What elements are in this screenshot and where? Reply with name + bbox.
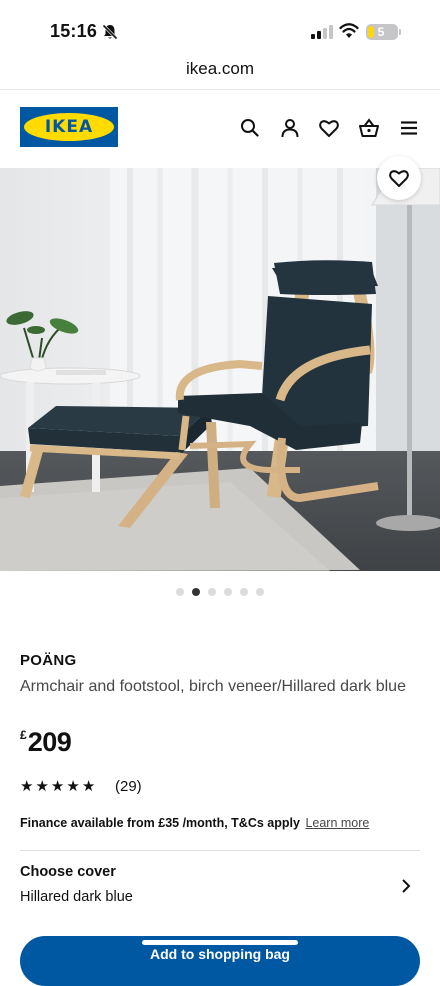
heart-icon bbox=[389, 170, 409, 187]
section-divider bbox=[20, 850, 420, 851]
favourite-button[interactable] bbox=[377, 156, 421, 200]
chevron-right-icon bbox=[402, 879, 411, 893]
finance-info: Finance available from £35 /month, T&Cs … bbox=[20, 816, 369, 830]
selected-cover: Hillared dark blue bbox=[20, 889, 133, 905]
wifi-icon bbox=[339, 23, 359, 38]
carousel-dot[interactable] bbox=[192, 588, 200, 596]
product-price: £209 bbox=[20, 727, 72, 758]
star-icon: ★ bbox=[81, 778, 96, 795]
carousel-dot[interactable] bbox=[256, 588, 264, 596]
product-image[interactable] bbox=[0, 168, 440, 571]
home-indicator bbox=[142, 940, 298, 945]
browser-url[interactable]: ikea.com bbox=[0, 59, 440, 79]
carousel-dot[interactable] bbox=[208, 588, 216, 596]
learn-more-link[interactable]: Learn more bbox=[305, 816, 369, 830]
add-to-bag-label: Add to shopping bag bbox=[150, 946, 290, 962]
product-photo-illustration bbox=[0, 168, 440, 571]
carousel-dots[interactable] bbox=[176, 588, 266, 598]
product-name: POÄNG bbox=[20, 652, 77, 669]
star-icon: ★ bbox=[50, 778, 65, 795]
rating-stars[interactable]: ★ ★ ★ ★ ★ bbox=[20, 777, 97, 797]
battery-cap bbox=[399, 29, 401, 35]
carousel-dot[interactable] bbox=[224, 588, 232, 596]
finance-text: Finance available from £35 /month, T&Cs … bbox=[20, 816, 300, 830]
logo-text: IKEA bbox=[44, 117, 94, 137]
product-description: Armchair and footstool, birch veneer/Hil… bbox=[20, 678, 406, 695]
bell-off-icon bbox=[102, 24, 118, 40]
star-icon: ★ bbox=[20, 778, 34, 795]
account-icon[interactable] bbox=[279, 117, 301, 139]
price-currency: £ bbox=[20, 728, 27, 742]
review-count[interactable]: (29) bbox=[115, 778, 142, 795]
carousel-dot[interactable] bbox=[176, 588, 184, 596]
choose-cover-row[interactable] bbox=[0, 852, 440, 922]
signal-icon bbox=[311, 25, 333, 39]
heart-icon[interactable] bbox=[318, 117, 340, 139]
star-icon: ★ bbox=[66, 778, 80, 795]
choose-cover-title: Choose cover bbox=[20, 864, 116, 880]
url-divider bbox=[0, 89, 440, 90]
battery-icon: 5 bbox=[366, 24, 398, 40]
carousel-dot[interactable] bbox=[240, 588, 248, 596]
star-icon: ★ bbox=[35, 778, 49, 795]
menu-icon[interactable] bbox=[398, 117, 420, 139]
battery-level: 5 bbox=[377, 25, 385, 39]
basket-icon[interactable] bbox=[358, 117, 380, 139]
search-icon[interactable] bbox=[239, 117, 261, 139]
ikea-logo[interactable]: IKEA bbox=[20, 107, 118, 147]
price-value: 209 bbox=[27, 727, 72, 757]
status-time: 15:16 bbox=[50, 21, 98, 41]
